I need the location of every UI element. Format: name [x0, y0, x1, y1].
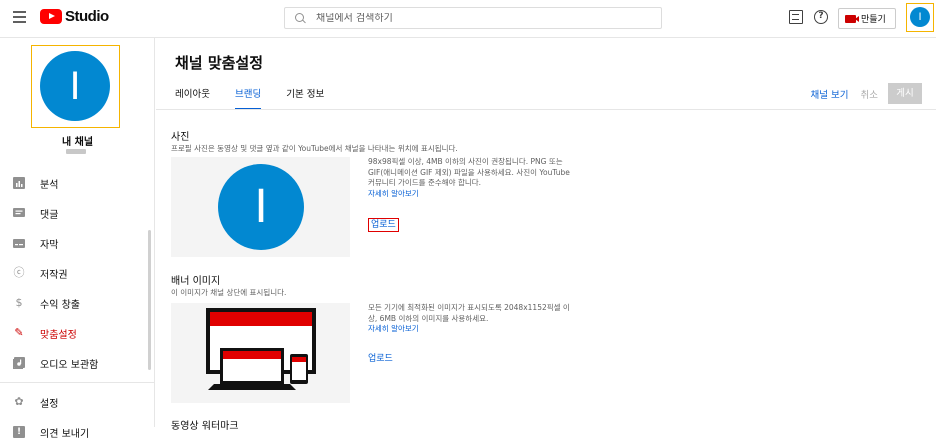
banner-info: 모든 기기에 최적화된 이미지가 표시되도록 2048x1152픽셀 이상, 6… [368, 303, 573, 335]
photo-preview: I [171, 157, 350, 257]
sidebar-item-copyright[interactable]: ⓒ 저작권 [0, 258, 155, 288]
photo-section-description: 프로필 사진은 동영상 및 댓글 옆과 같이 YouTube에서 채널을 나타내… [171, 144, 458, 153]
sidebar-item-label: 분석 [40, 179, 59, 191]
copyright-icon: ⓒ [13, 266, 25, 279]
account-avatar-highlight: I [906, 3, 934, 32]
tab-layout[interactable]: 레이아웃 [175, 86, 210, 110]
logo-text: Studio [65, 8, 109, 25]
sidebar-item-send-feedback[interactable]: ! 의견 보내기 [0, 417, 155, 447]
tab-bar: 레이아웃 브랜딩 기본 정보 [175, 86, 349, 110]
studio-logo[interactable]: Studio [40, 8, 109, 25]
sidebar-nav: 분석 댓글 자막 ⓒ 저작권 $ 수익 창출 ✎ 맞춤설정 오디오 보관함 ✿ [0, 168, 155, 447]
monetization-icon: $ [15, 296, 23, 309]
channel-name: 내 채널 [61, 137, 94, 148]
devices-illustration-icon [206, 308, 316, 390]
tab-basic-info[interactable]: 기본 정보 [286, 86, 324, 110]
audio-library-icon [13, 357, 25, 369]
publish-button[interactable]: 게시 [888, 83, 922, 104]
profile-photo: I [218, 164, 304, 250]
watermark-section-title: 동영상 워터마크 [171, 421, 239, 432]
banner-section-description: 이 이미지가 채널 상단에 표시됩니다. [171, 288, 287, 297]
photo-info: 98x98픽셀 이상, 4MB 이하의 사진이 권장됩니다. PNG 또는 GI… [368, 157, 573, 199]
sidebar-item-analytics[interactable]: 분석 [0, 168, 155, 198]
sidebar-item-comments[interactable]: 댓글 [0, 198, 155, 228]
photo-upload-container: 업로드 [368, 217, 399, 232]
banner-info-text: 모든 기기에 최적화된 이미지가 표시되도록 2048x1152픽셀 이상, 6… [368, 303, 570, 323]
create-label: 만들기 [861, 15, 886, 25]
photo-section-title: 사진 [171, 132, 190, 143]
sidebar-scrollbar[interactable] [148, 230, 151, 370]
create-button[interactable]: 만들기 [838, 8, 896, 29]
main-content: 채널 맞춤설정 레이아웃 브랜딩 기본 정보 채널 보기 취소 게시 사진 프로… [156, 38, 936, 432]
banner-learn-more-link[interactable]: 자세히 알아보기 [368, 324, 419, 333]
search-box[interactable] [284, 7, 662, 29]
header-actions: 채널 보기 취소 게시 [811, 83, 922, 104]
sidebar-item-label: 오디오 보관함 [40, 359, 99, 371]
subtitles-icon [13, 237, 25, 249]
banner-upload-button[interactable]: 업로드 [368, 351, 393, 364]
sidebar: I 내 채널 분석 댓글 자막 ⓒ 저작권 $ 수익 창출 ✎ 맞춤설정 오디오… [0, 38, 155, 440]
youtube-play-icon [40, 9, 62, 24]
channel-handle-blurred [66, 149, 86, 154]
sidebar-item-label: 수익 창출 [40, 299, 80, 311]
page-title: 채널 맞춤설정 [175, 54, 264, 72]
sidebar-item-monetization[interactable]: $ 수익 창출 [0, 288, 155, 318]
tab-branding[interactable]: 브랜딩 [234, 86, 262, 110]
view-channel-link[interactable]: 채널 보기 [811, 87, 849, 101]
comments-icon [13, 207, 25, 219]
sidebar-item-audio-library[interactable]: 오디오 보관함 [0, 348, 155, 378]
send-feedback-icon[interactable] [789, 10, 803, 24]
banner-section-title: 배너 이미지 [171, 276, 221, 287]
photo-upload-button[interactable]: 업로드 [368, 218, 399, 232]
sidebar-item-label: 설정 [40, 398, 59, 410]
help-icon[interactable]: ? [814, 10, 828, 24]
sidebar-item-subtitles[interactable]: 자막 [0, 228, 155, 258]
sidebar-item-label: 댓글 [40, 209, 59, 221]
customization-icon: ✎ [14, 326, 24, 339]
cancel-button[interactable]: 취소 [861, 87, 878, 101]
channel-avatar[interactable]: I [40, 51, 110, 121]
tab-divider [156, 109, 936, 110]
feedback-icon: ! [13, 426, 25, 438]
sidebar-divider [0, 382, 155, 383]
menu-icon[interactable] [13, 11, 26, 23]
photo-learn-more-link[interactable]: 자세히 알아보기 [368, 189, 419, 198]
sidebar-item-customization[interactable]: ✎ 맞춤설정 [0, 318, 155, 348]
channel-avatar-highlight: I [31, 45, 120, 128]
account-avatar[interactable]: I [910, 7, 930, 27]
top-bar: Studio ? 만들기 I [0, 0, 936, 38]
sidebar-item-label: 맞춤설정 [40, 329, 77, 341]
photo-info-text: 98x98픽셀 이상, 4MB 이하의 사진이 권장됩니다. PNG 또는 GI… [368, 157, 570, 187]
settings-icon: ✿ [14, 395, 24, 408]
sidebar-item-label: 저작권 [40, 269, 68, 281]
sidebar-item-label: 자막 [40, 239, 59, 251]
search-icon[interactable] [295, 12, 306, 24]
video-camera-icon [845, 14, 859, 23]
search-input[interactable] [316, 12, 616, 24]
analytics-icon [13, 177, 25, 189]
banner-preview [171, 303, 350, 403]
sidebar-item-settings[interactable]: ✿ 설정 [0, 387, 155, 417]
